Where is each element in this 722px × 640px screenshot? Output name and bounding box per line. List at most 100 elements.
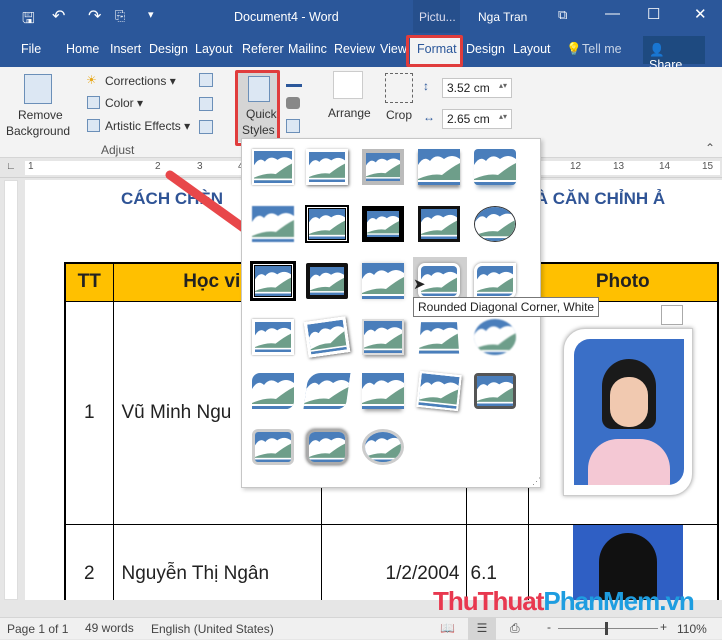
picture-style-option[interactable] [250, 261, 296, 301]
maximize-icon[interactable]: ☐ [647, 5, 660, 23]
width-field[interactable]: 2.65 cm ▴▾ [442, 109, 512, 129]
picture-style-option[interactable] [252, 429, 294, 465]
format-tab-highlight [406, 35, 463, 67]
reset-picture-icon[interactable] [199, 120, 213, 134]
picture-style-option[interactable] [474, 206, 516, 242]
width-value: 2.65 cm [447, 112, 490, 126]
remove-background-button[interactable]: Remove [18, 108, 63, 122]
remove-background-label[interactable]: Background [6, 124, 70, 138]
picture-style-option[interactable] [252, 149, 294, 185]
ribbon-tabs: File Home Insert Design Layout Referer M… [0, 33, 722, 72]
compress-pictures-icon[interactable] [199, 73, 213, 87]
close-icon[interactable]: ✕ [694, 5, 707, 23]
zoom-in-icon[interactable]: + [660, 620, 667, 634]
color-button[interactable]: Color ▾ [105, 96, 143, 110]
gallery-resize-grip[interactable]: ⋰ [532, 476, 541, 487]
ruler-tick: 12 [570, 161, 582, 172]
picture-effects-icon[interactable] [286, 97, 300, 109]
tab-file[interactable]: File [21, 42, 41, 56]
corrections-button[interactable]: Corrections ▾ [105, 74, 176, 88]
minimize-icon[interactable]: — [605, 5, 620, 22]
tab-view[interactable]: View [380, 42, 407, 56]
crop-button[interactable]: Crop [386, 108, 412, 122]
picture-style-option[interactable] [305, 205, 349, 243]
zoom-slider-thumb[interactable] [605, 622, 608, 635]
picture-style-option[interactable] [418, 149, 460, 185]
portrait-image [574, 339, 684, 485]
redo-icon[interactable]: ↷ [88, 6, 101, 26]
copy-icon[interactable]: ⎘ [115, 8, 125, 24]
picture-style-option[interactable] [252, 373, 294, 409]
tab-home[interactable]: Home [66, 42, 99, 56]
zoom-slider[interactable] [558, 628, 658, 629]
ruler-tick: 15 [702, 161, 714, 172]
page-count[interactable]: Page 1 of 1 [7, 622, 68, 636]
artistic-effects-button[interactable]: Artistic Effects ▾ [105, 119, 190, 133]
header-photo: Photo [527, 262, 719, 302]
picture-style-option[interactable] [362, 429, 404, 465]
web-layout-icon[interactable]: ⎙ [510, 621, 520, 636]
tab-mailings[interactable]: Mailinc [288, 42, 327, 56]
collapse-ribbon-icon[interactable]: ⌃ [705, 141, 715, 155]
customize-qat-icon[interactable]: ▾ [148, 8, 154, 21]
layout-options-icon[interactable] [661, 305, 683, 325]
picture-layout-icon[interactable] [286, 119, 300, 133]
zoom-out-icon[interactable]: - [547, 620, 551, 634]
picture-tools-context: Pictu... [413, 0, 460, 33]
print-layout-icon[interactable]: ☰ [468, 618, 496, 640]
crop-icon [385, 73, 413, 103]
tab-design[interactable]: Design [149, 42, 188, 56]
arrange-icon [333, 71, 363, 99]
word-count[interactable]: 49 words [85, 621, 134, 635]
watermark-part1: ThuThuat [433, 586, 544, 616]
remove-background-icon [24, 74, 52, 104]
tab-table-design[interactable]: Design [466, 42, 505, 56]
language[interactable]: English (United States) [151, 622, 274, 636]
share-button[interactable]: 👤 Share [643, 36, 705, 72]
picture-style-option[interactable] [252, 319, 294, 355]
picture-style-option[interactable] [362, 149, 404, 185]
tab-insert[interactable]: Insert [110, 42, 141, 56]
tab-review[interactable]: Review [334, 42, 375, 56]
picture-style-option[interactable] [306, 149, 348, 185]
corrections-icon: ☀ [86, 73, 97, 87]
artistic-effects-icon [87, 119, 100, 132]
ribbon-display-icon[interactable]: ⧉ [558, 7, 567, 23]
picture-style-option[interactable] [252, 206, 294, 242]
selected-photo[interactable] [563, 328, 693, 496]
picture-style-option[interactable] [303, 316, 351, 358]
picture-style-option[interactable] [416, 370, 462, 412]
picture-style-option[interactable] [362, 319, 404, 355]
picture-style-option[interactable] [474, 263, 516, 299]
picture-style-option[interactable] [362, 206, 404, 242]
picture-style-option[interactable] [416, 320, 462, 356]
height-icon: ↕ [423, 79, 429, 93]
tab-table-layout[interactable]: Layout [513, 42, 551, 56]
tab-selector-icon[interactable]: ∟ [6, 161, 16, 172]
ruler-tick: 14 [659, 161, 671, 172]
tooltip: Rounded Diagonal Corner, White [413, 297, 600, 317]
tab-references[interactable]: Referer [242, 42, 284, 56]
height-field[interactable]: 3.52 cm ▴▾ [442, 78, 512, 98]
picture-style-option[interactable] [474, 149, 516, 185]
zoom-level[interactable]: 110% [677, 622, 707, 636]
tell-me-search[interactable]: Tell me [582, 42, 622, 56]
save-icon[interactable]: 🖫 [22, 8, 35, 33]
picture-style-option[interactable] [306, 263, 348, 299]
picture-style-option[interactable] [474, 319, 516, 355]
user-name[interactable]: Nga Tran [478, 10, 527, 24]
picture-style-option[interactable] [306, 429, 348, 465]
lightbulb-icon: 💡 [566, 42, 582, 56]
picture-style-option[interactable] [303, 373, 351, 409]
picture-style-option[interactable] [418, 206, 460, 242]
vertical-ruler[interactable] [4, 180, 18, 600]
arrange-button[interactable]: Arrange [328, 106, 371, 120]
picture-style-option[interactable] [474, 373, 516, 409]
picture-border-icon[interactable] [286, 73, 302, 87]
undo-icon[interactable]: ↶ [52, 6, 65, 26]
picture-style-option[interactable] [362, 373, 404, 409]
tab-layout[interactable]: Layout [195, 42, 233, 56]
picture-style-option[interactable] [362, 263, 404, 299]
change-picture-icon[interactable] [199, 97, 213, 111]
read-mode-icon[interactable]: 📖 [440, 621, 455, 635]
